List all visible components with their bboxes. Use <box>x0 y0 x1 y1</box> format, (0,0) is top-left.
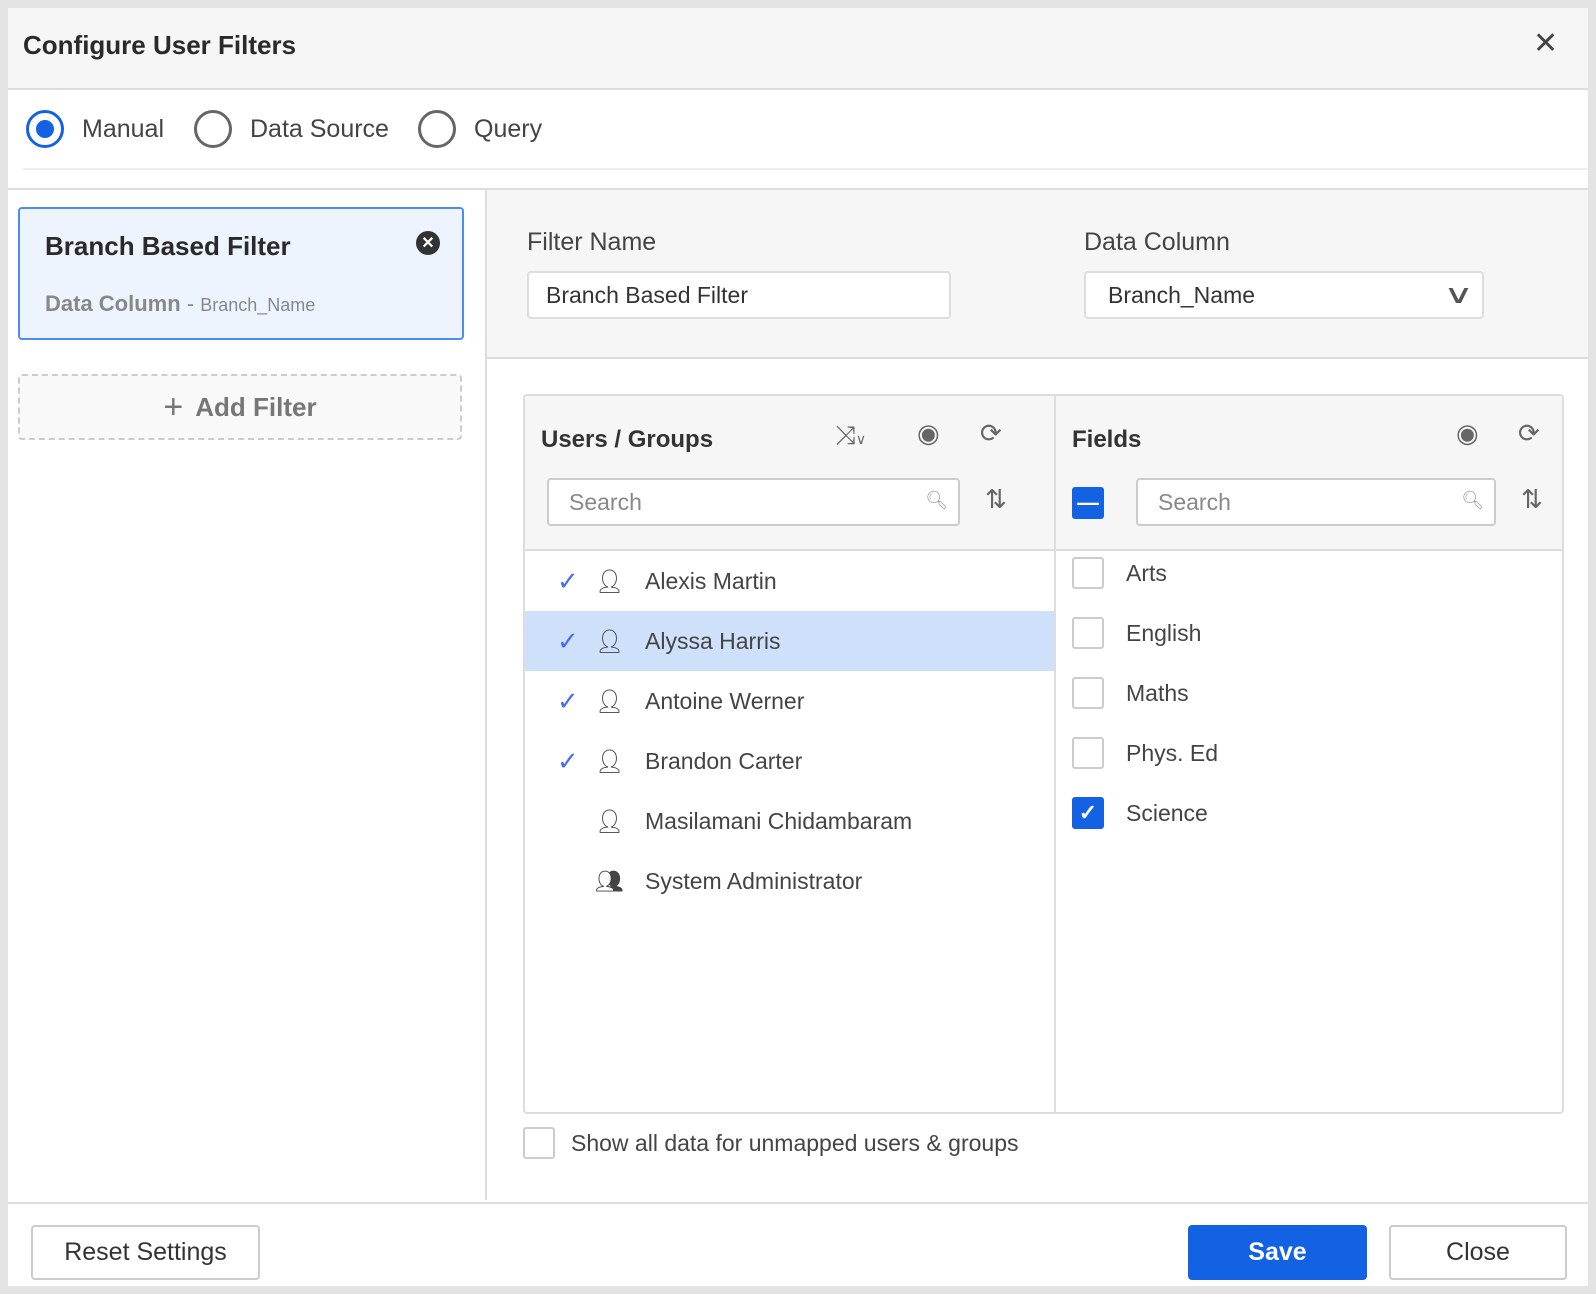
radio-query[interactable]: Query <box>418 110 542 148</box>
show-all-checkbox[interactable] <box>523 1127 555 1159</box>
column-value: Branch_Name <box>200 295 316 315</box>
fields-title: Fields <box>1072 426 1142 453</box>
field-checkbox[interactable] <box>1072 677 1104 709</box>
field-name: English <box>1126 619 1202 646</box>
show-all-label: Show all data for unmapped users & group… <box>571 1129 1019 1156</box>
group-icon: 👥︎ <box>595 867 625 894</box>
divider <box>23 168 1588 170</box>
filter-card-subtitle: Data Column - Branch_Name <box>45 291 316 316</box>
filter-card-title: Branch Based Filter <box>45 231 291 261</box>
user-row[interactable]: ✓ 👤︎ Alyssa Harris <box>525 611 1054 671</box>
users-header: Users / Groups ⤨∨ ◉ ⟳ Search 🔍︎ ⇅ <box>525 396 1054 551</box>
user-name: Alexis Martin <box>645 567 777 594</box>
eye-icon[interactable]: ◉ <box>917 418 940 449</box>
user-icon: 👤︎ <box>595 567 625 594</box>
remove-filter-icon[interactable]: ✕ <box>416 231 440 255</box>
filter-name-label: Filter Name <box>527 228 657 256</box>
field-row[interactable]: Phys. Ed <box>1072 737 1218 769</box>
check-icon: ✓ <box>557 745 579 776</box>
chevron-down-icon: ∨ <box>1443 279 1474 309</box>
close-button[interactable]: Close <box>1389 1225 1567 1280</box>
dialog-title: Configure User Filters <box>23 30 297 60</box>
user-row[interactable]: ✓ 👤︎ Antoine Werner <box>525 671 1054 731</box>
data-column-select[interactable]: Branch_Name ∨ <box>1084 271 1484 319</box>
show-all-option[interactable]: Show all data for unmapped users & group… <box>523 1127 1019 1159</box>
field-row[interactable]: Maths <box>1072 677 1189 709</box>
mapping-grid: Users / Groups ⤨∨ ◉ ⟳ Search 🔍︎ ⇅ Fields … <box>523 394 1564 1114</box>
user-icon: 👤︎ <box>595 627 625 654</box>
radio-manual[interactable]: Manual <box>26 110 164 148</box>
search-placeholder: Search <box>569 488 642 515</box>
user-row[interactable]: ✓ 👤︎ Brandon Carter <box>525 731 1054 791</box>
field-checkbox-checked[interactable]: ✓ <box>1072 797 1104 829</box>
search-icon: 🔍︎ <box>925 490 948 510</box>
user-name: Brandon Carter <box>645 747 803 774</box>
close-icon[interactable]: ✕ <box>1533 26 1558 61</box>
users-search-input[interactable]: Search 🔍︎ <box>547 478 960 526</box>
data-column-value: Branch_Name <box>1108 281 1256 308</box>
fields-header: Fields ◉ ⟳ — Search 🔍︎ ⇅ <box>1056 396 1562 551</box>
field-name: Phys. Ed <box>1126 739 1219 766</box>
add-filter-button[interactable]: + Add Filter <box>18 374 462 440</box>
check-icon: ✓ <box>557 565 579 596</box>
user-name: Antoine Werner <box>645 687 805 714</box>
check-icon: ✓ <box>557 685 579 716</box>
field-row[interactable]: ✓ Science <box>1072 797 1208 829</box>
radio-icon[interactable] <box>194 110 232 148</box>
user-row[interactable]: 👤︎ Masilamani Chidambaram <box>525 791 1054 851</box>
field-checkbox[interactable] <box>1072 557 1104 589</box>
dialog-header: Configure User Filters ✕ <box>8 8 1588 90</box>
shuffle-filter-icon[interactable]: ⤨∨ <box>835 420 866 452</box>
field-name: Science <box>1126 799 1208 826</box>
refresh-icon[interactable]: ⟳ <box>980 418 1002 449</box>
user-name: Masilamani Chidambaram <box>645 807 913 834</box>
eye-icon[interactable]: ◉ <box>1456 418 1479 449</box>
radio-selected-icon[interactable] <box>26 110 64 148</box>
user-icon: 👤︎ <box>595 687 625 714</box>
user-name: Alyssa Harris <box>645 627 781 654</box>
search-icon: 🔍︎ <box>1461 490 1484 510</box>
field-checkbox[interactable] <box>1072 737 1104 769</box>
field-name: Maths <box>1126 679 1189 706</box>
check-icon: ✓ <box>557 625 579 656</box>
reset-settings-button[interactable]: Reset Settings <box>31 1225 260 1280</box>
filter-name-input[interactable]: Branch Based Filter <box>527 271 951 319</box>
radio-label: Data Source <box>250 114 389 143</box>
user-icon: 👤︎ <box>595 807 625 834</box>
sort-icon[interactable]: ⇅ <box>985 484 1007 515</box>
field-row[interactable]: Arts <box>1072 557 1167 589</box>
group-row[interactable]: 👥︎ System Administrator <box>525 851 1054 911</box>
plus-icon: + <box>163 387 184 426</box>
refresh-icon[interactable]: ⟳ <box>1518 418 1540 449</box>
fields-search-input[interactable]: Search 🔍︎ <box>1136 478 1496 526</box>
radio-data-source[interactable]: Data Source <box>194 110 389 148</box>
radio-label: Query <box>474 114 543 143</box>
group-name: System Administrator <box>645 867 863 894</box>
save-button[interactable]: Save <box>1188 1225 1367 1280</box>
radio-label: Manual <box>82 114 164 143</box>
divider <box>1054 396 1056 1112</box>
data-column-label: Data Column <box>1084 228 1230 256</box>
field-row[interactable]: English <box>1072 617 1201 649</box>
add-filter-label: Add Filter <box>195 391 317 422</box>
select-all-checkbox[interactable]: — <box>1072 487 1104 519</box>
field-checkbox[interactable] <box>1072 617 1104 649</box>
column-label: Data Column <box>45 291 181 316</box>
users-title: Users / Groups <box>541 426 714 453</box>
filter-card[interactable]: Branch Based Filter ✕ Data Column - Bran… <box>18 207 464 340</box>
radio-icon[interactable] <box>418 110 456 148</box>
user-row[interactable]: ✓ 👤︎ Alexis Martin <box>525 551 1054 611</box>
field-name: Arts <box>1126 559 1167 586</box>
filter-settings: Filter Name Branch Based Filter Data Col… <box>487 190 1588 359</box>
user-icon: 👤︎ <box>595 747 625 774</box>
sort-icon[interactable]: ⇅ <box>1521 484 1543 515</box>
search-placeholder: Search <box>1158 488 1231 515</box>
divider <box>8 1202 1588 1204</box>
configure-user-filters-dialog: Configure User Filters ✕ Manual Data Sou… <box>8 8 1588 1286</box>
